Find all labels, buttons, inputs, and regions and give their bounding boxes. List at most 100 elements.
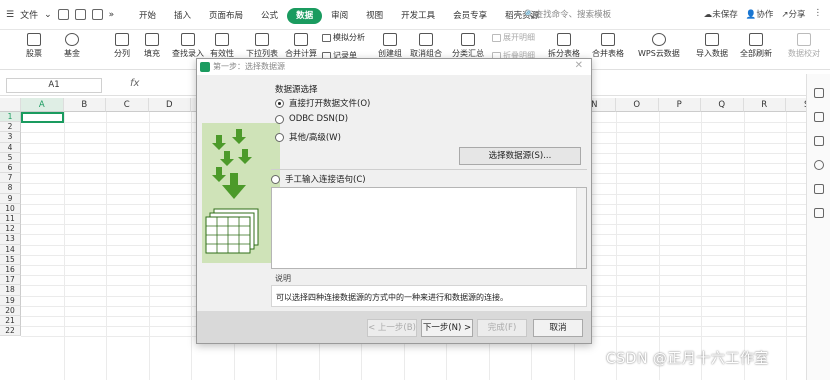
- row-header[interactable]: 15: [0, 254, 21, 265]
- row-header[interactable]: 1: [0, 112, 21, 123]
- cloud-icon: ☁: [703, 10, 713, 20]
- help-icon[interactable]: [813, 160, 824, 170]
- row-header[interactable]: 22: [0, 326, 21, 337]
- menu-tab[interactable]: 视图: [357, 8, 392, 24]
- row-header[interactable]: 7: [0, 173, 21, 184]
- row-header[interactable]: 8: [0, 183, 21, 194]
- more-icon[interactable]: »: [109, 10, 115, 20]
- row-header[interactable]: 6: [0, 163, 21, 174]
- menu-tab[interactable]: 开发工具: [392, 8, 444, 24]
- create-group-button[interactable]: 创建组: [378, 30, 402, 59]
- fill-button[interactable]: 填充: [144, 30, 160, 59]
- row-header[interactable]: 18: [0, 285, 21, 296]
- merge-table-button[interactable]: 合并表格: [592, 30, 624, 59]
- split-table-button[interactable]: 拆分表格: [548, 30, 580, 59]
- column-header[interactable]: C: [106, 98, 149, 112]
- connection-string-textarea[interactable]: [271, 187, 587, 269]
- menu-tab[interactable]: 审阅: [322, 8, 357, 24]
- row-header[interactable]: 14: [0, 244, 21, 255]
- print-icon[interactable]: [91, 9, 103, 20]
- search-input[interactable]: 查找命令、搜索模板: [535, 10, 612, 20]
- row-header[interactable]: 21: [0, 316, 21, 327]
- stocks-button[interactable]: 股票: [26, 30, 42, 59]
- row-header[interactable]: 2: [0, 122, 21, 133]
- row-header[interactable]: 5: [0, 152, 21, 163]
- shapes-icon[interactable]: [813, 136, 824, 146]
- save-icon[interactable]: [57, 9, 69, 20]
- cursor-icon[interactable]: [813, 88, 824, 98]
- prev-button[interactable]: < 上一步(B): [367, 319, 417, 337]
- row-header[interactable]: 9: [0, 193, 21, 204]
- menu-tab[interactable]: 页面布局: [200, 8, 252, 24]
- row-header[interactable]: 20: [0, 305, 21, 316]
- share-button[interactable]: ↗分享: [781, 8, 805, 20]
- menu-tab[interactable]: 数据: [287, 8, 323, 24]
- file-menu[interactable]: 文件: [20, 8, 38, 21]
- properties-icon[interactable]: [813, 112, 824, 122]
- cancel-button[interactable]: 取消: [533, 319, 583, 337]
- select-all-corner[interactable]: [0, 98, 21, 112]
- radio-dot: [275, 132, 284, 142]
- location-icon[interactable]: [813, 208, 824, 218]
- row-header[interactable]: 16: [0, 265, 21, 276]
- ungroup-button[interactable]: 取消组合: [410, 30, 442, 59]
- column-header[interactable]: R: [743, 98, 786, 112]
- data-check-button[interactable]: 数据校对: [788, 30, 820, 59]
- menu-tab[interactable]: 会员专享: [444, 8, 496, 24]
- lookup-button[interactable]: 查找录入: [172, 30, 204, 59]
- image-icon[interactable]: [813, 184, 824, 194]
- menu-tab[interactable]: 开始: [130, 8, 165, 24]
- watermark: CSDN @正月十六工作室: [606, 351, 769, 367]
- refresh-all-button[interactable]: 全部刷新: [740, 30, 772, 59]
- merge-calc-button[interactable]: 合并计算: [285, 30, 317, 59]
- column-header[interactable]: Q: [701, 98, 744, 112]
- more-options-icon[interactable]: ⋮: [814, 8, 823, 20]
- radio-advanced[interactable]: 其他/高级(W): [275, 131, 341, 143]
- menu-tab[interactable]: 插入: [165, 8, 200, 24]
- column-header[interactable]: P: [658, 98, 701, 112]
- search-box[interactable]: 🔍查找命令、搜索模板: [524, 8, 611, 20]
- quick-access: ☰ 文件 ⌄ »: [6, 8, 114, 21]
- close-icon[interactable]: ✕: [575, 60, 583, 71]
- split-column-button[interactable]: 分列: [114, 30, 130, 59]
- row-header[interactable]: 12: [0, 224, 21, 235]
- name-box[interactable]: A1: [6, 78, 102, 93]
- row-header[interactable]: 11: [0, 214, 21, 225]
- print-preview-icon[interactable]: [74, 9, 86, 20]
- column-header[interactable]: S: [786, 98, 806, 112]
- unsaved-button[interactable]: ☁未保存: [704, 8, 738, 20]
- import-data-button[interactable]: 导入数据: [696, 30, 728, 59]
- expand-detail-button[interactable]: 展开明细: [492, 32, 535, 43]
- row-header[interactable]: 10: [0, 203, 21, 214]
- validity-button[interactable]: 有效性: [210, 30, 234, 59]
- column-header[interactable]: D: [148, 98, 191, 112]
- fund-button[interactable]: 基金: [64, 30, 80, 59]
- fx-icon[interactable]: fx: [130, 78, 139, 89]
- collab-button[interactable]: 👤协作: [746, 8, 774, 20]
- title-bar: ☰ 文件 ⌄ » 开始 插入 页面布局 公式 数据 审阅 视图 开发工具 会员专享 稻壳资源 🔍查…: [0, 0, 830, 30]
- wps-cloud-button[interactable]: WPS云数据: [638, 30, 680, 59]
- selected-cell-a1[interactable]: [21, 112, 64, 123]
- finish-button[interactable]: 完成(F): [477, 319, 527, 337]
- dropdown-list-button[interactable]: 下拉列表: [246, 30, 278, 59]
- radio-open-file[interactable]: 直接打开数据文件(O): [275, 97, 370, 109]
- row-header[interactable]: 4: [0, 142, 21, 153]
- row-header[interactable]: 3: [0, 132, 21, 143]
- row-header[interactable]: 13: [0, 234, 21, 245]
- radio-manual-connection[interactable]: 手工输入连接语句(C): [271, 173, 366, 185]
- simulate-button[interactable]: 模拟分析: [322, 32, 365, 43]
- textarea-scrollbar[interactable]: [576, 188, 586, 268]
- row-header[interactable]: 19: [0, 295, 21, 306]
- hamburger-icon[interactable]: ☰: [6, 10, 14, 20]
- radio-odbc[interactable]: ODBC DSN(D): [275, 114, 348, 124]
- subtotal-button[interactable]: 分类汇总: [452, 30, 484, 59]
- next-button[interactable]: 下一步(N) >: [421, 319, 473, 337]
- column-header[interactable]: A: [21, 98, 64, 112]
- chevron-down-icon[interactable]: ⌄: [44, 10, 52, 20]
- menu-tabs: 开始 插入 页面布局 公式 数据 审阅 视图 开发工具 会员专享 稻壳资源: [130, 8, 548, 24]
- choose-source-button[interactable]: 选择数据源(S)...: [459, 147, 581, 165]
- menu-tab[interactable]: 公式: [252, 8, 287, 24]
- row-header[interactable]: 17: [0, 275, 21, 286]
- column-header[interactable]: B: [63, 98, 106, 112]
- column-header[interactable]: O: [616, 98, 659, 112]
